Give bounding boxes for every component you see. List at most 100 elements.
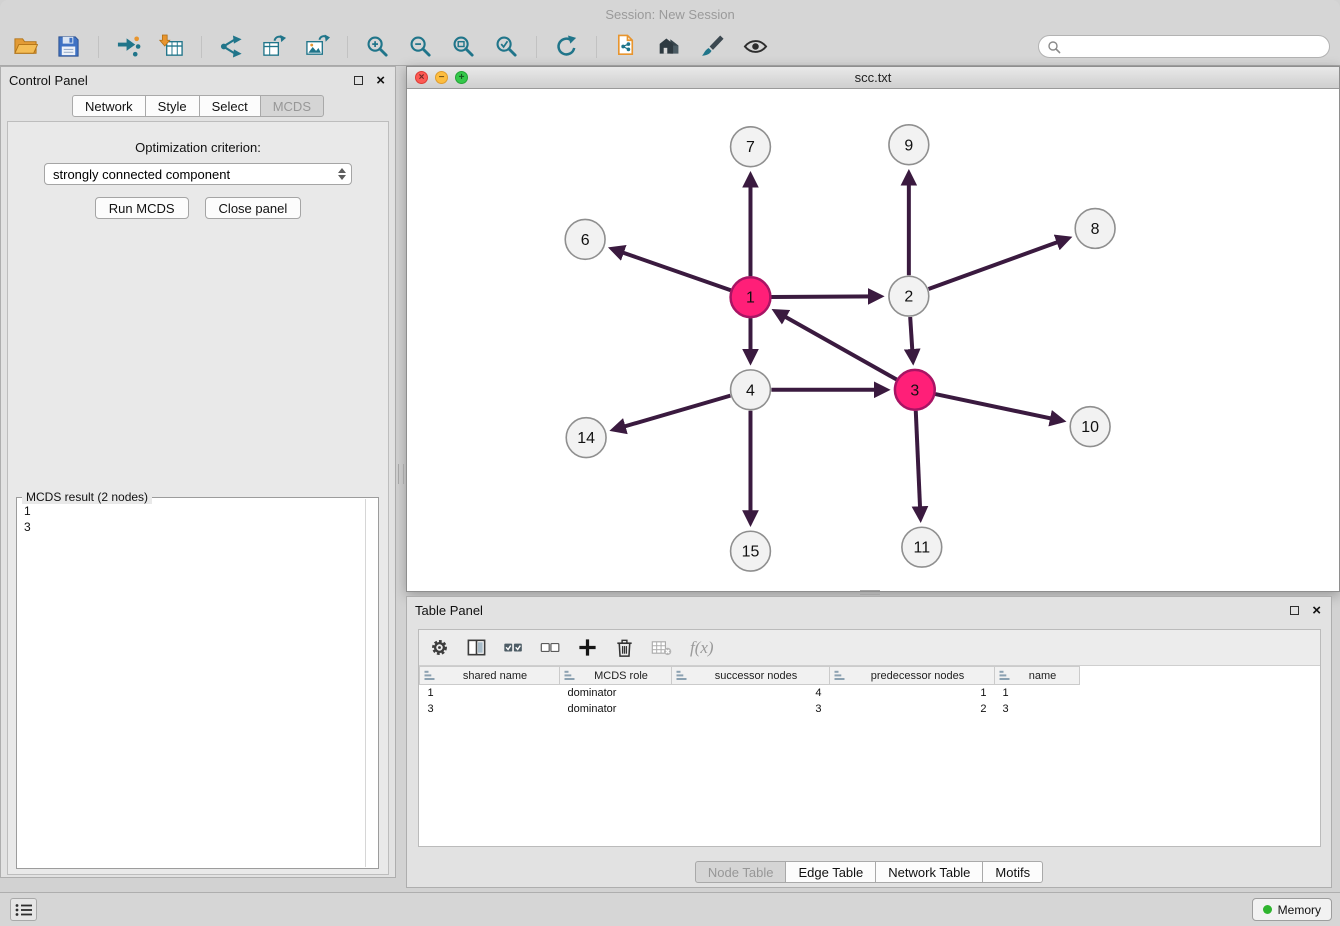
edge-3-10[interactable] <box>935 394 1060 420</box>
function-builder-icon[interactable]: f(x) <box>690 638 714 658</box>
minimize-window-button[interactable]: − <box>435 71 448 84</box>
node-15[interactable]: 15 <box>731 531 771 571</box>
edge-1-6[interactable] <box>614 250 730 291</box>
table-cell[interactable]: 3 <box>420 701 560 717</box>
table-cell[interactable]: 1 <box>995 685 1080 701</box>
search-box[interactable] <box>1038 35 1330 58</box>
node-11[interactable]: 11 <box>902 527 942 567</box>
table-cell[interactable]: 2 <box>830 701 995 717</box>
svg-text:15: 15 <box>742 544 760 561</box>
edge-3-11[interactable] <box>916 411 921 517</box>
column-header-name[interactable]: name <box>995 667 1080 685</box>
memory-button[interactable]: Memory <box>1252 898 1332 921</box>
table-cell[interactable]: dominator <box>560 685 672 701</box>
node-9[interactable]: 9 <box>889 125 929 165</box>
zoom-selected-button[interactable] <box>489 31 523 63</box>
table-toolbar: f(x) <box>419 630 1320 666</box>
export-network-button[interactable] <box>257 31 291 63</box>
node-1[interactable]: 1 <box>731 277 771 317</box>
table-cell[interactable]: 4 <box>672 685 830 701</box>
edge-2-8[interactable] <box>929 239 1067 289</box>
column-header-predecessor-nodes[interactable]: predecessor nodes <box>830 667 995 685</box>
zoom-in-button[interactable] <box>360 31 394 63</box>
table-float-icon[interactable] <box>1290 606 1299 615</box>
window-title: Session: New Session <box>605 7 734 22</box>
memory-label: Memory <box>1278 903 1321 917</box>
edge-2-3[interactable] <box>910 317 913 359</box>
import-table-button[interactable] <box>154 31 188 63</box>
clone-network-button[interactable] <box>609 31 643 63</box>
node-6[interactable]: 6 <box>565 219 605 259</box>
table-tabs: Node TableEdge TableNetwork TableMotifs <box>407 861 1331 883</box>
close-panel-button[interactable]: Close panel <box>205 197 302 219</box>
settings-button[interactable] <box>421 633 458 663</box>
table-close-icon[interactable]: × <box>1312 603 1321 618</box>
table-cell[interactable]: dominator <box>560 701 672 717</box>
edge-1-2[interactable] <box>771 296 878 297</box>
node-10[interactable]: 10 <box>1070 407 1110 447</box>
control-panel-header: Control Panel × <box>1 67 395 93</box>
search-input[interactable] <box>1066 39 1321 54</box>
table-cell[interactable]: 1 <box>830 685 995 701</box>
delete-table-button[interactable] <box>643 633 680 663</box>
column-header-shared-name[interactable]: shared name <box>420 667 560 685</box>
titlebar: Session: New Session <box>0 0 1340 28</box>
node-4[interactable]: 4 <box>731 370 771 410</box>
import-network-button[interactable] <box>111 31 145 63</box>
tab-style[interactable]: Style <box>145 95 200 117</box>
tab-node-table[interactable]: Node Table <box>695 861 787 883</box>
tab-mcds[interactable]: MCDS <box>260 95 324 117</box>
add-row-button[interactable] <box>569 633 606 663</box>
open-file-button[interactable] <box>8 31 42 63</box>
export-image-button[interactable] <box>300 31 334 63</box>
node-2[interactable]: 2 <box>889 276 929 316</box>
node-14[interactable]: 14 <box>566 418 606 458</box>
node-3[interactable]: 3 <box>895 370 935 410</box>
table-cell[interactable]: 1 <box>420 685 560 701</box>
float-panel-icon[interactable] <box>354 76 363 85</box>
tab-motifs[interactable]: Motifs <box>982 861 1043 883</box>
run-mcds-button[interactable]: Run MCDS <box>95 197 189 219</box>
trash-icon <box>614 637 635 658</box>
close-window-button[interactable]: × <box>415 71 428 84</box>
horizontal-splitter[interactable] <box>860 590 880 595</box>
table-row[interactable]: 3dominator323 <box>420 701 1080 717</box>
tab-network[interactable]: Network <box>72 95 146 117</box>
dropdown-stepper-icon <box>338 168 346 180</box>
maximize-window-button[interactable]: + <box>455 71 468 84</box>
tab-select[interactable]: Select <box>199 95 261 117</box>
sort-icon <box>676 670 687 681</box>
new-network-button[interactable] <box>214 31 248 63</box>
network-graph[interactable]: 7 9 6 8 1 2 4 3 14 10 15 11 <box>407 89 1339 591</box>
select-all-button[interactable] <box>495 633 532 663</box>
save-session-button[interactable] <box>51 31 85 63</box>
column-header-MCDS-role[interactable]: MCDS role <box>560 667 672 685</box>
tab-edge-table[interactable]: Edge Table <box>785 861 876 883</box>
show-columns-button[interactable] <box>458 633 495 663</box>
close-panel-icon[interactable]: × <box>376 73 385 88</box>
unselect-all-button[interactable] <box>532 633 569 663</box>
edge-3-1[interactable] <box>777 312 896 379</box>
optimization-dropdown[interactable]: strongly connected component <box>44 163 352 185</box>
table-cell[interactable]: 3 <box>672 701 830 717</box>
node-8[interactable]: 8 <box>1075 209 1115 249</box>
refresh-button[interactable] <box>549 31 583 63</box>
home-button[interactable] <box>652 31 686 63</box>
eye-details-button[interactable] <box>738 31 772 63</box>
zoom-fit-icon <box>451 34 476 59</box>
node-7[interactable]: 7 <box>731 127 771 167</box>
vertical-splitter[interactable] <box>398 464 404 484</box>
delete-row-button[interactable] <box>606 633 643 663</box>
zoom-fit-button[interactable] <box>446 31 480 63</box>
task-history-button[interactable] <box>10 898 37 921</box>
network-canvas[interactable]: 7 9 6 8 1 2 4 3 14 10 15 11 <box>407 89 1339 591</box>
style-brush-button[interactable] <box>695 31 729 63</box>
result-scrollbar[interactable] <box>365 499 366 867</box>
tab-network-table[interactable]: Network Table <box>875 861 983 883</box>
edge-4-14[interactable] <box>616 396 731 429</box>
column-header-successor-nodes[interactable]: successor nodes <box>672 667 830 685</box>
table-row[interactable]: 1dominator411 <box>420 685 1080 701</box>
column-label: name <box>1010 670 1075 682</box>
table-cell[interactable]: 3 <box>995 701 1080 717</box>
zoom-out-button[interactable] <box>403 31 437 63</box>
